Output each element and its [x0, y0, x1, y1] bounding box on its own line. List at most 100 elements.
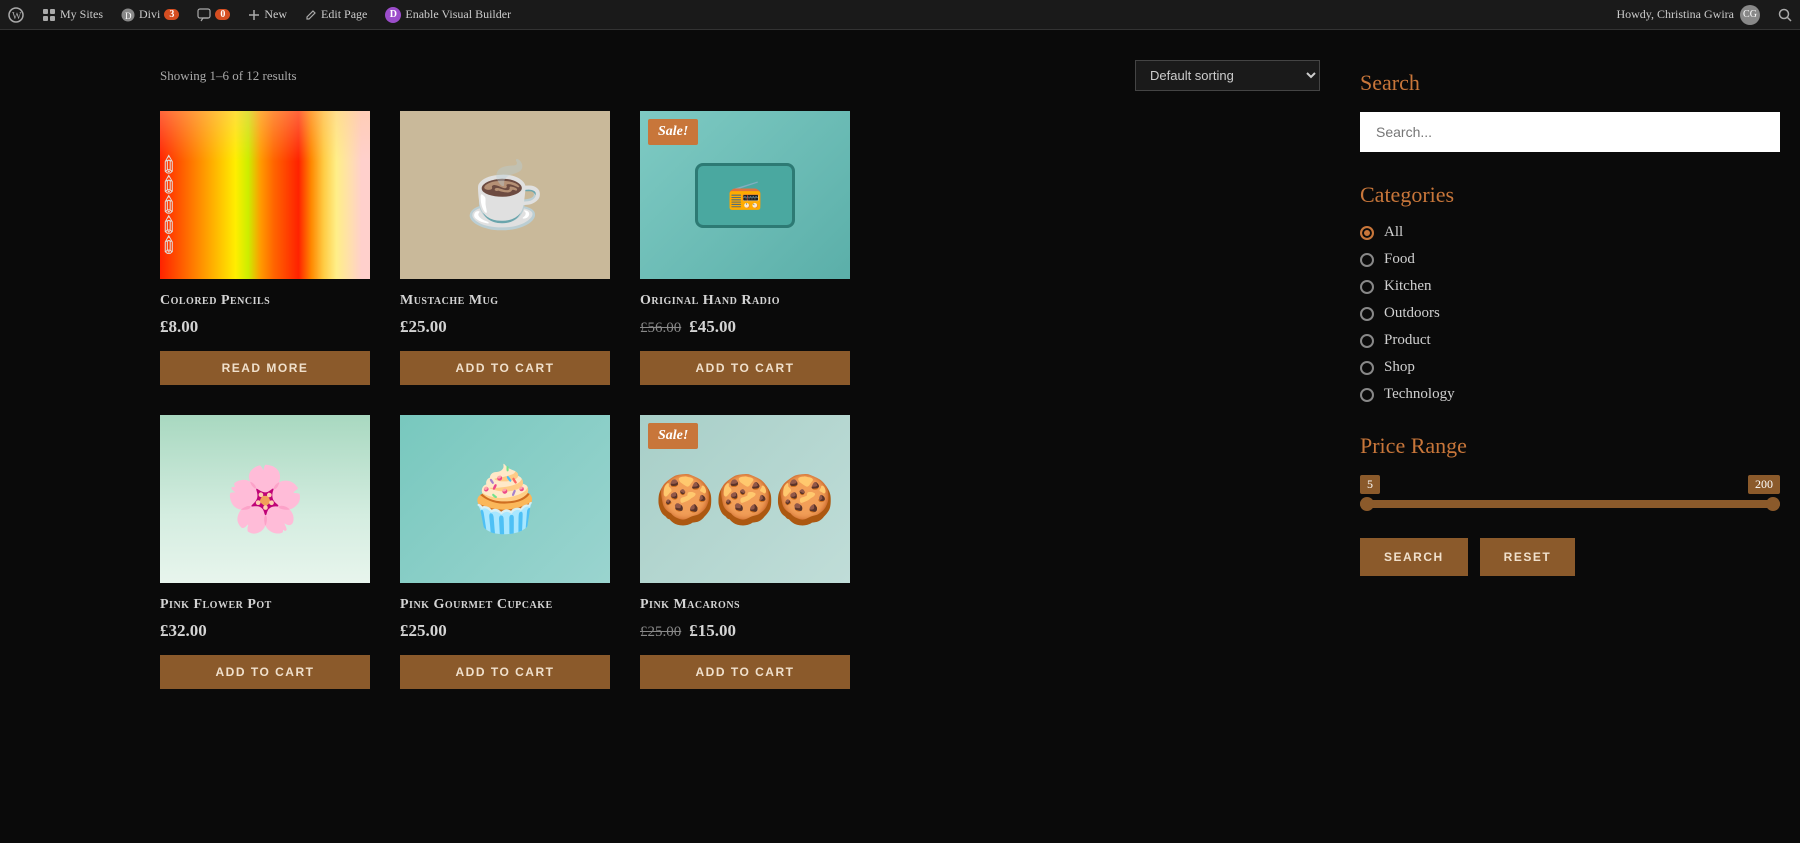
- product-name: Pink Flower Pot: [160, 597, 370, 613]
- product-image-pencils: [160, 111, 370, 279]
- category-label-shop: Shop: [1384, 359, 1415, 376]
- category-label-all: All: [1384, 224, 1403, 241]
- divi-vb-icon: D: [385, 7, 401, 23]
- price-range-fill: [1360, 500, 1780, 508]
- sale-badge: Sale!: [648, 119, 698, 145]
- price-current: £45.00: [689, 317, 736, 337]
- sale-badge: Sale!: [648, 423, 698, 449]
- category-radio-outdoors[interactable]: [1360, 307, 1374, 321]
- admin-search-icon[interactable]: [1778, 8, 1792, 22]
- enable-vb-menu[interactable]: D Enable Visual Builder: [385, 7, 511, 23]
- price-min-label: 5: [1360, 475, 1380, 494]
- results-count: Showing 1–6 of 12 results: [160, 68, 297, 84]
- search-title: Search: [1360, 70, 1780, 96]
- categories-section: Categories All Food Kitchen Outdoors: [1360, 182, 1780, 403]
- product-price: £32.00: [160, 621, 370, 641]
- price-search-button[interactable]: SEARCH: [1360, 538, 1468, 576]
- categories-title: Categories: [1360, 182, 1780, 208]
- product-pink-flower-pot: 🌸 Pink Flower Pot £32.00 ADD TO CART: [160, 415, 370, 689]
- read-more-button[interactable]: READ MORE: [160, 351, 370, 385]
- my-sites-menu[interactable]: My Sites: [42, 7, 103, 22]
- comments-menu[interactable]: 0: [197, 8, 230, 22]
- page-wrapper: Showing 1–6 of 12 results Default sortin…: [0, 30, 1800, 719]
- edit-page-menu[interactable]: Edit Page: [305, 7, 367, 22]
- product-price: £8.00: [160, 317, 370, 337]
- product-pink-macarons: Sale! 🍪🍪🍪 Pink Macarons £25.00 £15.00 AD…: [640, 415, 850, 689]
- svg-text:W: W: [12, 11, 22, 22]
- category-label-kitchen: Kitchen: [1384, 278, 1431, 295]
- main-content: Showing 1–6 of 12 results Default sortin…: [160, 60, 1320, 689]
- product-image-wrap: Sale! 🍪🍪🍪: [640, 415, 850, 583]
- divi-count: 3: [164, 9, 179, 20]
- radio-inner: 📻: [695, 163, 795, 228]
- user-info[interactable]: Howdy, Christina Gwira CG: [1616, 5, 1760, 25]
- category-item-technology[interactable]: Technology: [1360, 386, 1780, 403]
- search-section: Search: [1360, 70, 1780, 182]
- product-image-mug: ☕: [400, 111, 610, 279]
- product-grid: Colored Pencils £8.00 READ MORE ☕ Mustac…: [160, 111, 1320, 689]
- price-original: £25.00: [640, 624, 681, 641]
- price-labels: 5 200: [1360, 475, 1780, 494]
- svg-text:D: D: [125, 11, 132, 21]
- user-label: Howdy, Christina Gwira: [1616, 7, 1734, 22]
- category-label-technology: Technology: [1384, 386, 1455, 403]
- product-colored-pencils: Colored Pencils £8.00 READ MORE: [160, 111, 370, 385]
- results-info-bar: Showing 1–6 of 12 results Default sortin…: [160, 60, 1320, 91]
- product-name: Pink Gourmet Cupcake: [400, 597, 610, 613]
- category-item-food[interactable]: Food: [1360, 251, 1780, 268]
- category-item-kitchen[interactable]: Kitchen: [1360, 278, 1780, 295]
- category-item-outdoors[interactable]: Outdoors: [1360, 305, 1780, 322]
- product-price: £25.00: [400, 317, 610, 337]
- add-to-cart-button[interactable]: ADD TO CART: [160, 655, 370, 689]
- price-range-track: [1360, 500, 1780, 508]
- price-range-thumb-right[interactable]: [1766, 497, 1780, 511]
- add-to-cart-button[interactable]: ADD TO CART: [400, 655, 610, 689]
- category-item-product[interactable]: Product: [1360, 332, 1780, 349]
- product-image-cupcake: 🧁: [400, 415, 610, 583]
- new-menu[interactable]: New: [248, 7, 287, 22]
- product-price: £25.00: [400, 621, 610, 641]
- product-image-wrap: 🧁: [400, 415, 610, 583]
- divi-menu[interactable]: D Divi 3: [121, 7, 179, 22]
- product-name: Colored Pencils: [160, 293, 370, 309]
- category-label-product: Product: [1384, 332, 1431, 349]
- product-name: Mustache Mug: [400, 293, 610, 309]
- add-to-cart-button[interactable]: ADD TO CART: [640, 351, 850, 385]
- add-to-cart-button[interactable]: ADD TO CART: [400, 351, 610, 385]
- wordpress-icon[interactable]: W: [8, 7, 24, 23]
- product-image-wrap: [160, 111, 370, 279]
- product-mustache-mug: ☕ Mustache Mug £25.00 ADD TO CART: [400, 111, 610, 385]
- category-radio-kitchen[interactable]: [1360, 280, 1374, 294]
- price-value: £25.00: [400, 621, 447, 641]
- my-sites-label: My Sites: [60, 7, 103, 22]
- sort-select[interactable]: Default sorting Sort by popularity Sort …: [1135, 60, 1320, 91]
- price-reset-button[interactable]: RESET: [1480, 538, 1576, 576]
- sidebar: Search Categories All Food Kitchen: [1360, 60, 1780, 689]
- price-original: £56.00: [640, 320, 681, 337]
- category-radio-product[interactable]: [1360, 334, 1374, 348]
- category-label-food: Food: [1384, 251, 1415, 268]
- price-range-section: Price Range 5 200 SEARCH RESET: [1360, 433, 1780, 576]
- add-to-cart-button[interactable]: ADD TO CART: [640, 655, 850, 689]
- product-image-wrap: ☕: [400, 111, 610, 279]
- category-radio-technology[interactable]: [1360, 388, 1374, 402]
- category-radio-all[interactable]: [1360, 226, 1374, 240]
- divi-label: Divi: [139, 7, 160, 22]
- search-input[interactable]: [1360, 112, 1780, 152]
- price-max-label: 200: [1748, 475, 1780, 494]
- enable-vb-label: Enable Visual Builder: [405, 7, 511, 22]
- category-item-shop[interactable]: Shop: [1360, 359, 1780, 376]
- edit-page-label: Edit Page: [321, 7, 367, 22]
- new-label: New: [264, 7, 287, 22]
- category-radio-shop[interactable]: [1360, 361, 1374, 375]
- product-price: £56.00 £45.00: [640, 317, 850, 337]
- category-radio-food[interactable]: [1360, 253, 1374, 267]
- sidebar-filter-buttons: SEARCH RESET: [1360, 538, 1780, 576]
- product-name: Original Hand Radio: [640, 293, 850, 309]
- product-name: Pink Macarons: [640, 597, 850, 613]
- product-original-hand-radio: Sale! 📻 Original Hand Radio £56.00 £45.0…: [640, 111, 850, 385]
- category-item-all[interactable]: All: [1360, 224, 1780, 241]
- price-current: £15.00: [689, 621, 736, 641]
- price-range-thumb-left[interactable]: [1360, 497, 1374, 511]
- product-pink-gourmet-cupcake: 🧁 Pink Gourmet Cupcake £25.00 ADD TO CAR…: [400, 415, 610, 689]
